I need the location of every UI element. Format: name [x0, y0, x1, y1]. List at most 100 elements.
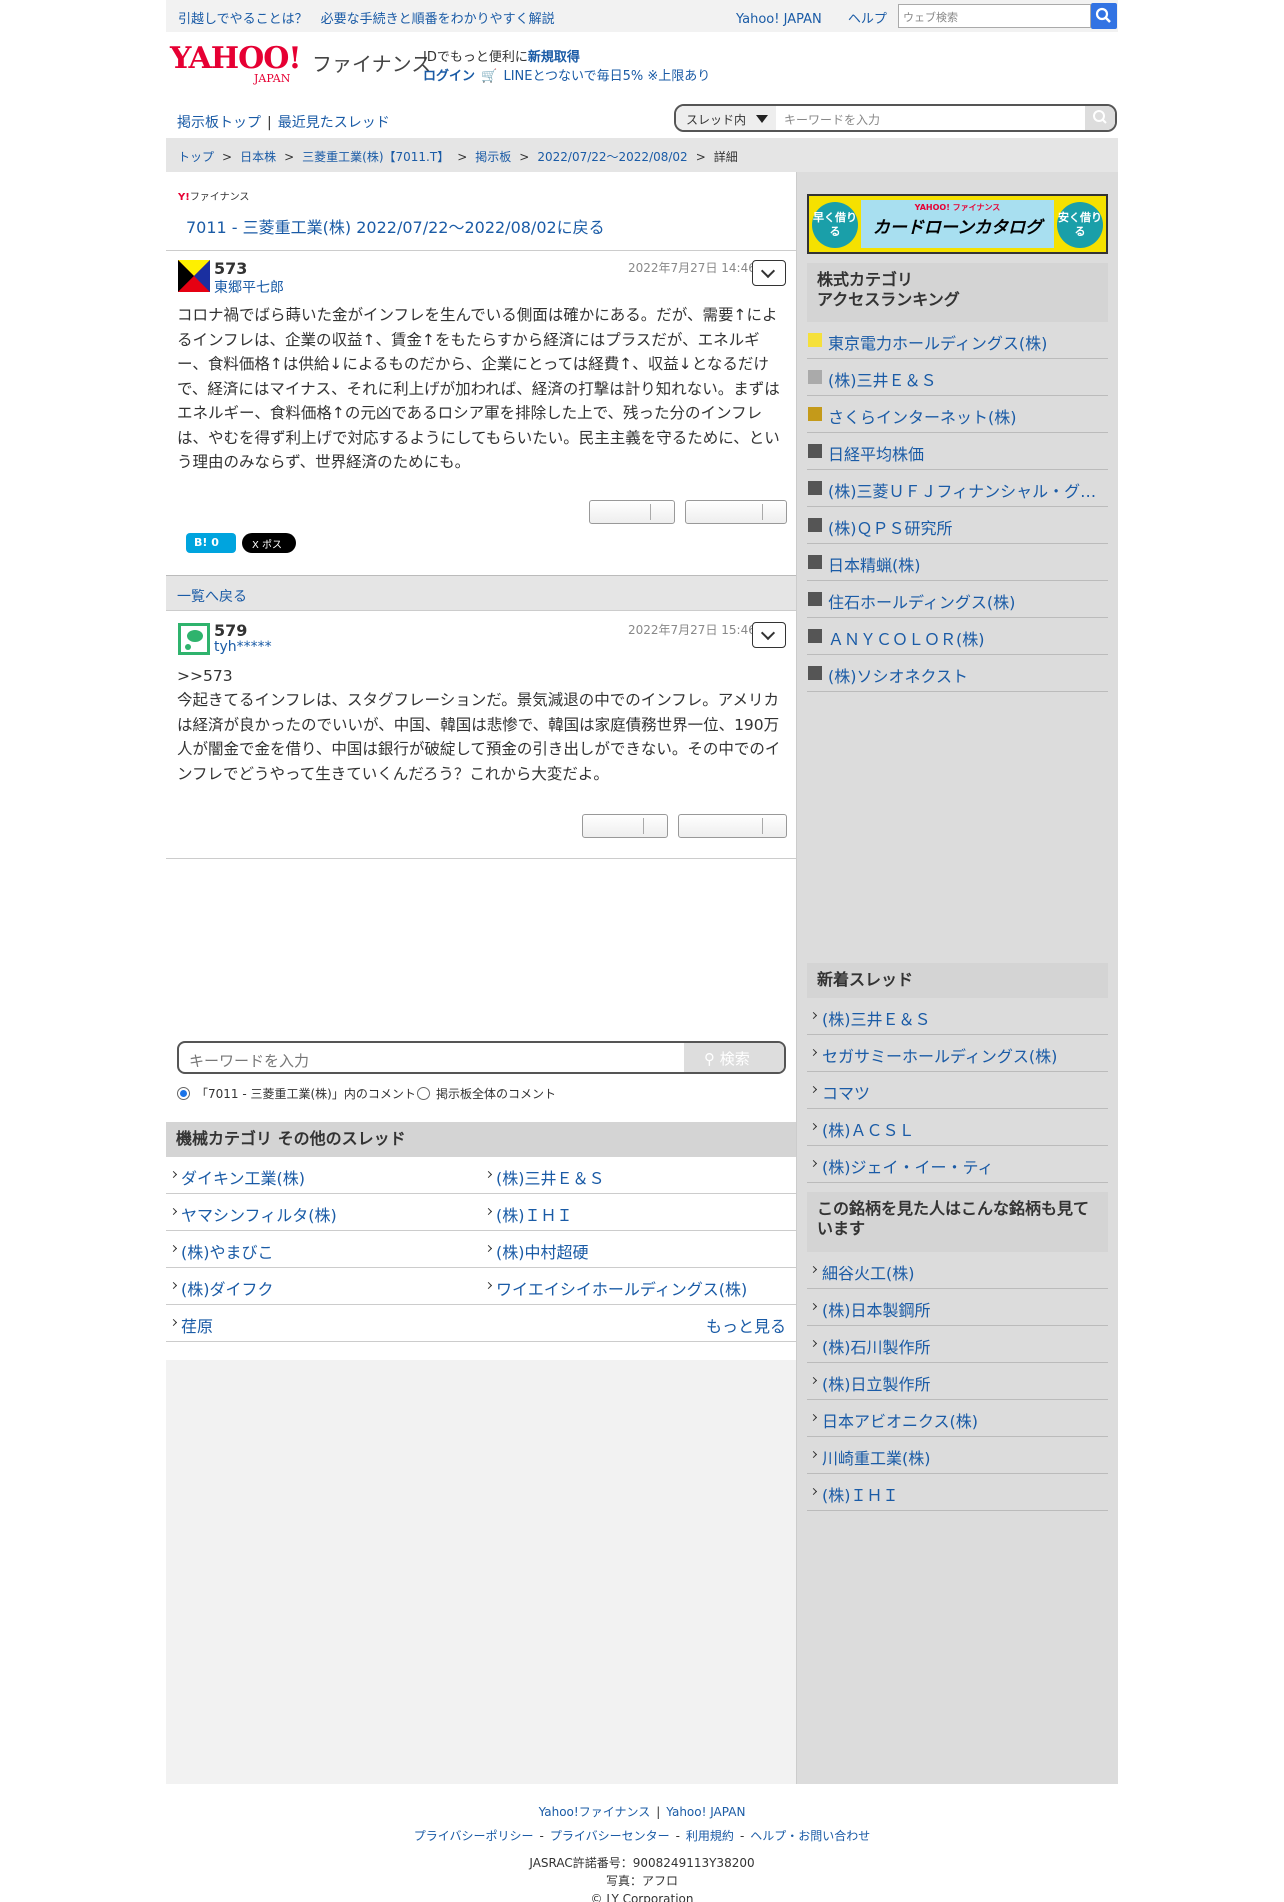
terms-link[interactable]: 利用規約	[686, 1829, 734, 1843]
post-reply-anchor[interactable]: >>573	[177, 664, 787, 689]
ranking-item[interactable]: (株)ソシオネクスト	[807, 655, 1108, 692]
keyword-search-button[interactable]: ⚲ 検索	[684, 1043, 784, 1072]
post-user[interactable]: tyh*****	[214, 639, 272, 655]
back-to-list-link[interactable]: 一覧へ戻る	[166, 575, 796, 611]
post-number[interactable]: 573	[214, 259, 247, 278]
like-button[interactable]	[589, 500, 675, 524]
scope-thread-radio[interactable]	[177, 1087, 190, 1100]
breadcrumb-current: 詳細	[713, 150, 738, 164]
promo-link[interactable]: 引越しでやることは？ 必要な手続きと順番をわかりやすく解説	[178, 8, 555, 27]
also-viewed-link[interactable]: (株)日立製作所	[807, 1363, 1108, 1400]
footer-yahoo-link[interactable]: Yahoo! JAPAN	[666, 1805, 745, 1819]
divider	[166, 250, 796, 251]
new-threads-title: 新着スレッド	[807, 963, 1108, 998]
yahoo-logo[interactable]: YAHOO! JAPAN	[170, 44, 310, 86]
category-thread-link[interactable]: 荏原	[166, 1305, 796, 1342]
also-viewed-link[interactable]: (株)ＩＨＩ	[807, 1474, 1108, 1511]
breadcrumb: トップ > 日本株 > 三菱重工業(株)【7011.T】 > 掲示板 >2022/07/22〜…	[166, 138, 1118, 172]
category-thread-link[interactable]: (株)ＩＨＩ	[481, 1194, 796, 1231]
board-nav: 掲示板トップ | 最近見たスレッド	[177, 115, 390, 131]
privacy-policy-link[interactable]: プライバシーポリシー	[414, 1829, 534, 1843]
new-thread-link[interactable]: (株)ＡＣＳＬ	[807, 1109, 1108, 1146]
post-menu-button[interactable]	[752, 622, 786, 648]
new-thread-link[interactable]: (株)ジェイ・イー・ティ	[807, 1146, 1108, 1183]
breadcrumb-period[interactable]: 2022/07/22〜2022/08/02	[537, 150, 687, 164]
post-number[interactable]: 579	[214, 621, 247, 640]
category-thread-link[interactable]: ワイエイシイホールディングス(株)	[481, 1268, 796, 1305]
ranking-title: 株式カテゴリ アクセスランキング	[807, 263, 1108, 322]
ranking-item[interactable]: (株)三井Ｅ＆Ｓ	[807, 359, 1108, 396]
like-button[interactable]	[582, 814, 668, 838]
also-viewed-link[interactable]: 日本アビオニクス(株)	[807, 1400, 1108, 1437]
new-thread-link[interactable]: コマツ	[807, 1072, 1108, 1109]
category-thread-link[interactable]: (株)やまびこ	[166, 1231, 481, 1268]
help-contact-link[interactable]: ヘルプ・お問い合わせ	[750, 1829, 870, 1843]
login-promo: IDでもっと便利に新規取得 ログイン 🛒 LINEとつないで毎日5% ※上限あり	[423, 50, 711, 84]
category-thread-link[interactable]: (株)三井Ｅ＆Ｓ	[481, 1157, 796, 1194]
ranking-item[interactable]: 日経平均株価	[807, 433, 1108, 470]
breadcrumb-board[interactable]: 掲示板	[475, 150, 511, 164]
card-loan-banner[interactable]: 早く借りる YAHOO! ファイナンス カードローンカタログ 安く借りる	[807, 194, 1108, 254]
breadcrumb-stock[interactable]: 三菱重工業(株)【7011.T】	[302, 150, 449, 164]
category-thread-link[interactable]: (株)中村超硬	[481, 1231, 796, 1268]
post-date: 2022年7月27日 15:46	[628, 623, 756, 637]
post-user[interactable]: 東郷平七郎	[214, 277, 284, 297]
register-link[interactable]: 新規取得	[528, 50, 580, 65]
line-promo-link[interactable]: LINEとつないで毎日5% ※上限あり	[503, 69, 710, 84]
more-threads-link[interactable]: もっと見る	[706, 1313, 786, 1337]
keyword-search-input[interactable]: キーワードを入力	[189, 1050, 309, 1071]
thread-search: スレッド内 キーワードを入力	[674, 104, 1117, 132]
rank-marker	[808, 592, 822, 606]
yahoo-japan-link[interactable]: Yahoo! JAPAN	[736, 12, 822, 27]
help-link[interactable]: ヘルプ	[848, 12, 887, 27]
ranking-item[interactable]: 住石ホールディングス(株)	[807, 581, 1108, 618]
also-viewed-title: この銘柄を見た人はこんな銘柄も見ています	[807, 1192, 1108, 1252]
rank-marker	[808, 555, 822, 569]
ranking-item[interactable]: (株)ＱＰＳ研究所	[807, 507, 1108, 544]
finance-brand: Y!ファイナンス	[178, 192, 250, 203]
dislike-button[interactable]	[685, 500, 787, 524]
hatena-bookmark-button[interactable]: B! 0	[186, 533, 236, 553]
back-to-thread-link[interactable]: 7011 - 三菱重工業(株) 2022/07/22〜2022/08/02に戻る	[186, 214, 605, 238]
scope-all-radio[interactable]	[417, 1087, 430, 1100]
recent-threads-link[interactable]: 最近見たスレッド	[278, 115, 390, 131]
photo-credit: 写真：アフロ	[605, 1874, 678, 1888]
breadcrumb-japan-stocks[interactable]: 日本株	[240, 150, 276, 164]
board-top-link[interactable]: 掲示板トップ	[177, 115, 261, 131]
ranking-item[interactable]: さくらインターネット(株)	[807, 396, 1108, 433]
web-search-button[interactable]	[1091, 3, 1117, 29]
category-thread-link[interactable]: ダイキン工業(株)	[166, 1157, 481, 1194]
ranking-item[interactable]: 日本精蝋(株)	[807, 544, 1108, 581]
also-viewed-link[interactable]: (株)日本製鋼所	[807, 1289, 1108, 1326]
web-search-input[interactable]: ウェブ検索	[898, 4, 1091, 28]
ranking-item[interactable]: 東京電力ホールディングス(株)	[807, 322, 1108, 359]
privacy-center-link[interactable]: プライバシーセンター	[550, 1829, 670, 1843]
also-viewed-link[interactable]: 細谷火工(株)	[807, 1252, 1108, 1289]
footer-finance-link[interactable]: Yahoo!ファイナンス	[539, 1805, 651, 1819]
new-thread-link[interactable]: (株)三井Ｅ＆Ｓ	[807, 998, 1108, 1035]
ranking-item[interactable]: ＡＮＹＣＯＬＯＲ(株)	[807, 618, 1108, 655]
new-thread-link[interactable]: セガサミーホールディングス(株)	[807, 1035, 1108, 1072]
scope-all-label: 掲示板全体のコメント	[436, 1087, 557, 1101]
category-thread-link[interactable]: (株)ダイフク	[166, 1268, 481, 1305]
avatar	[178, 260, 210, 292]
main-empty-area	[166, 1360, 796, 1784]
login-link[interactable]: ログイン	[423, 69, 475, 84]
post-menu-button[interactable]	[752, 260, 786, 286]
cart-icon: 🛒	[481, 69, 498, 84]
post-body: 今起きてるインフレは、スタグフレーションだ。景気減退の中でのインフレ。アメリカは…	[177, 691, 781, 783]
chevron-down-icon	[756, 115, 768, 123]
thread-search-button[interactable]	[1085, 106, 1115, 130]
also-viewed-link[interactable]: (株)石川製作所	[807, 1326, 1108, 1363]
also-viewed-link[interactable]: 川崎重工業(株)	[807, 1437, 1108, 1474]
rank-marker	[808, 666, 822, 680]
x-post-button[interactable]: X ポスト	[242, 533, 296, 566]
dislike-button[interactable]	[678, 814, 787, 838]
thread-search-input[interactable]: キーワードを入力	[784, 111, 880, 128]
breadcrumb-top[interactable]: トップ	[178, 150, 214, 164]
category-thread-link[interactable]: ヤマシンフィルタ(株)	[166, 1194, 481, 1231]
search-icon	[1095, 7, 1111, 23]
search-scope-select[interactable]: スレッド内	[676, 106, 776, 130]
post-date: 2022年7月27日 14:46	[628, 261, 756, 275]
ranking-item[interactable]: (株)三菱ＵＦＪフィナンシャル・グ…	[807, 470, 1108, 507]
